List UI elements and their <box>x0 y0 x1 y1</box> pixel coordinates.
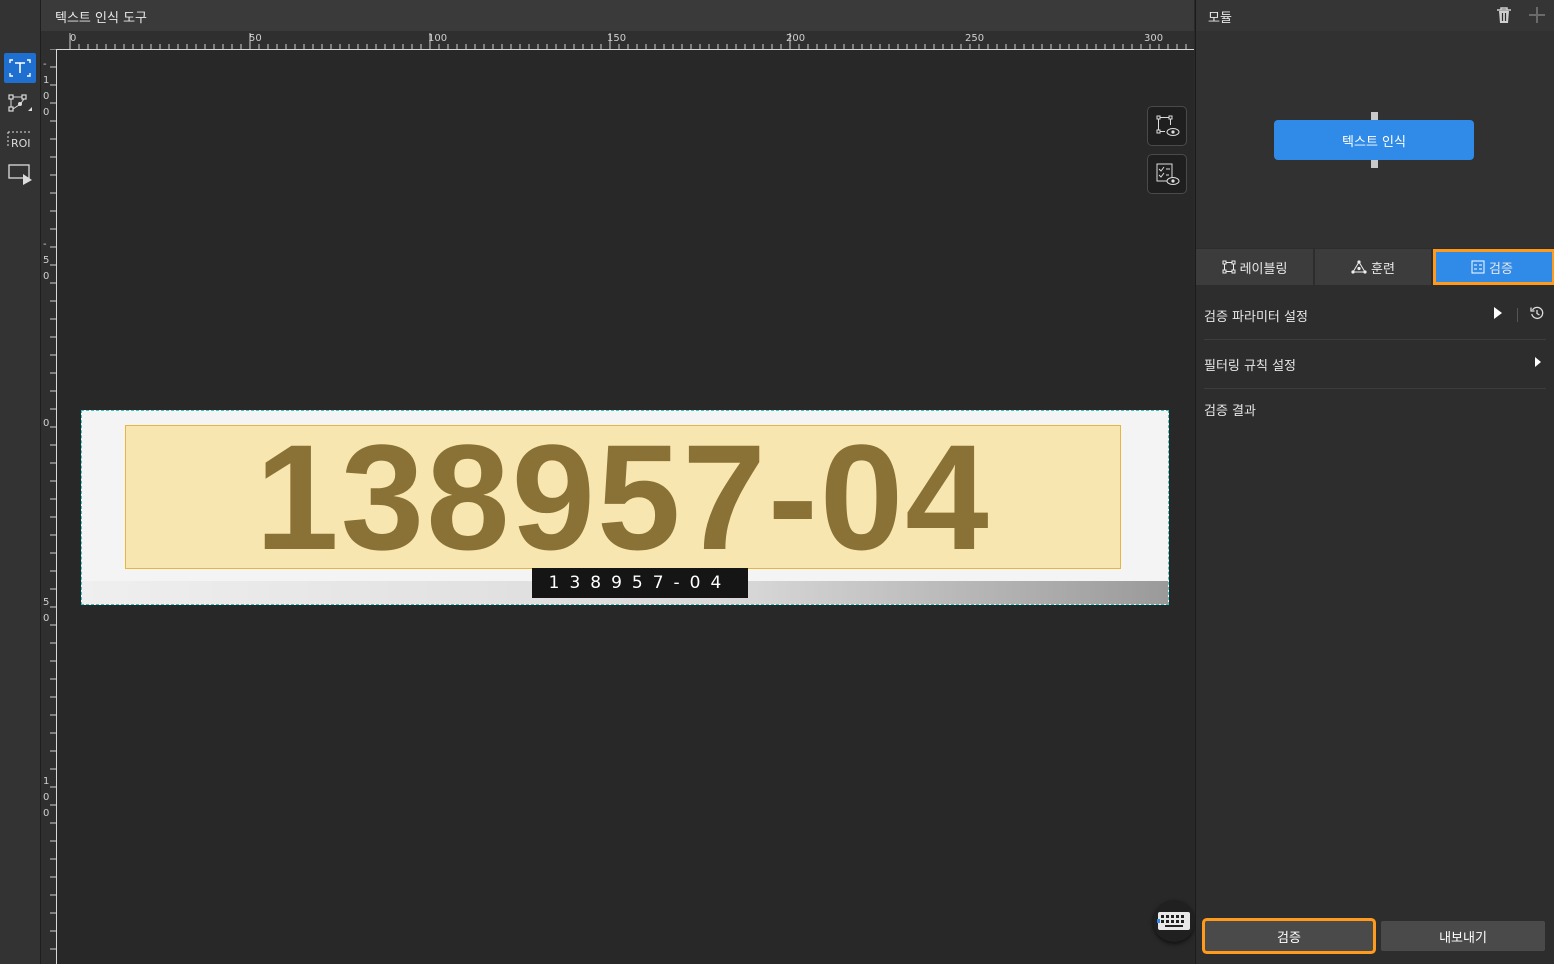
ruler-left-label: 5 <box>43 597 50 608</box>
reset-params-button[interactable] <box>1530 306 1544 324</box>
module-title: 모듈 <box>1208 11 1232 26</box>
ruler-top-label: 50 <box>249 33 262 44</box>
image-play-tool-button[interactable] <box>4 158 36 188</box>
ruler-left-label: 0 <box>43 418 50 429</box>
ruler-left-label: 0 <box>43 613 50 624</box>
text-recognition-icon <box>9 59 31 77</box>
recognition-result-label: 138957-04 <box>532 568 748 598</box>
ruler-top-label: 300 <box>1144 33 1164 44</box>
roi-label: ROI <box>11 137 31 150</box>
validation-params-section[interactable]: 검증 파라미터 설정 <box>1204 291 1546 340</box>
trash-icon <box>1497 7 1511 23</box>
tool-title-bar: 텍스트 인식 도구 <box>41 0 1194 31</box>
ruler-left-ticks <box>50 49 56 950</box>
validation-params-label: 검증 파라미터 설정 <box>1204 309 1308 325</box>
right-panel: 모듈 텍스트 인식 레이블링 훈련 검증 검증 파라미터 설정 필터링 규칙 설… <box>1195 0 1554 964</box>
image-play-icon <box>8 164 32 185</box>
ruler-top-label: 150 <box>607 33 627 44</box>
tab-validation-label: 검증 <box>1489 261 1513 277</box>
ruler-corner <box>41 31 57 49</box>
ruler-top-label: 100 <box>428 33 448 44</box>
ruler-top: 0 50 100 150 200 250 300 <box>57 31 1194 50</box>
ruler-left-label: 5 <box>43 255 50 266</box>
tab-labeling[interactable]: 레이블링 <box>1196 249 1313 285</box>
left-toolbar: ROI <box>0 0 41 964</box>
image-text: 138957-04 <box>255 413 991 581</box>
ruler-left: - 1 0 0 - 5 0 0 5 0 1 0 0 <box>41 49 57 964</box>
ruler-left-label: 0 <box>43 271 50 282</box>
text-roi-box[interactable]: 138957-04 <box>125 413 1121 581</box>
show-labels-toggle[interactable] <box>1147 106 1187 146</box>
ruler-left-label: - <box>43 59 47 70</box>
ruler-left-label: 0 <box>43 91 50 102</box>
text-recognition-module-node[interactable]: 텍스트 인식 <box>1274 120 1474 160</box>
validation-result-section: 검증 결과 <box>1204 385 1546 433</box>
module-graph-area: 텍스트 인식 <box>1196 31 1554 248</box>
polygon-tool-button[interactable] <box>4 88 36 118</box>
result-visibility-icon <box>1156 163 1180 185</box>
text-tool-button[interactable] <box>4 53 36 83</box>
tab-validation[interactable]: 검증 <box>1433 249 1554 285</box>
divider <box>1517 308 1518 322</box>
ruler-top-label: 200 <box>786 33 806 44</box>
keyboard-shortcuts-button[interactable] <box>1153 900 1195 942</box>
ruler-left-label: - <box>43 239 47 250</box>
ruler-left-label: 0 <box>43 792 50 803</box>
expand-filter-rules-button[interactable] <box>1534 356 1542 372</box>
export-button[interactable]: 내보내기 <box>1381 921 1545 951</box>
tab-labeling-label: 레이블링 <box>1239 261 1288 277</box>
run-validation-params-button[interactable] <box>1493 306 1503 324</box>
ruler-left-label: 0 <box>43 808 50 819</box>
history-icon <box>1530 306 1544 320</box>
module-header: 모듈 <box>1196 0 1554 31</box>
keyboard-icon <box>1157 912 1190 930</box>
tab-training[interactable]: 훈련 <box>1315 249 1431 285</box>
validation-icon <box>1471 260 1485 274</box>
ruler-top-label: 0 <box>70 33 77 44</box>
ruler-top-label: 250 <box>965 33 985 44</box>
show-results-toggle[interactable] <box>1147 154 1187 194</box>
ruler-left-label: 1 <box>43 776 50 787</box>
label-visibility-icon <box>1156 115 1180 136</box>
delete-module-button[interactable] <box>1495 6 1513 28</box>
mode-tabs: 레이블링 훈련 검증 <box>1196 249 1554 285</box>
labeling-icon <box>1222 260 1236 274</box>
filter-rules-label: 필터링 규칙 설정 <box>1204 358 1296 374</box>
validate-button[interactable]: 검증 <box>1205 921 1373 951</box>
ruler-left-label: 0 <box>43 107 50 118</box>
play-icon <box>1494 307 1502 319</box>
plus-icon <box>1529 7 1545 23</box>
node-output-port <box>1371 160 1378 168</box>
add-module-button[interactable] <box>1528 6 1546 28</box>
roi-tool-button[interactable]: ROI <box>4 124 36 154</box>
polygon-icon <box>8 94 32 112</box>
node-input-port <box>1371 112 1378 120</box>
validation-result-label: 검증 결과 <box>1204 403 1256 419</box>
ruler-left-label: 1 <box>43 75 50 86</box>
tool-title: 텍스트 인식 도구 <box>55 11 147 26</box>
filter-rules-section[interactable]: 필터링 규칙 설정 <box>1204 340 1546 389</box>
roi-icon: ROI <box>7 131 32 150</box>
tab-training-label: 훈련 <box>1371 261 1395 277</box>
training-icon <box>1351 260 1367 274</box>
caret-right-icon <box>1535 357 1541 367</box>
